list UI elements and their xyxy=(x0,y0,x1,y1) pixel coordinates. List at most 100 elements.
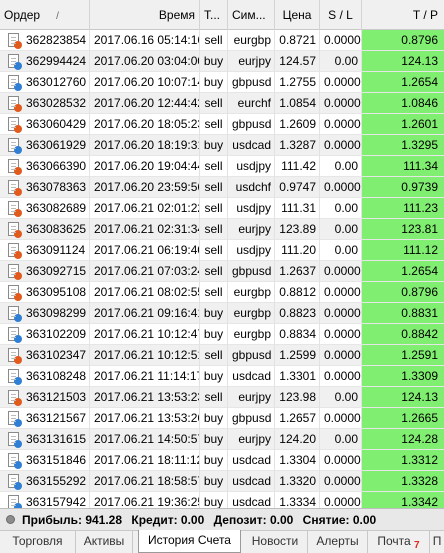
order-time: 2017.06.21 07:03:24 xyxy=(90,261,200,282)
order-number: 363108248 xyxy=(0,366,90,387)
table-row[interactable]: 363012760 2017.06.20 10:07:14 buy gbpusd 1.2… xyxy=(0,72,444,93)
table-row[interactable]: 363095108 2017.06.21 08:02:55 sell eurgbp 0.… xyxy=(0,282,444,303)
table-row[interactable]: 363121503 2017.06.21 13:53:23 sell eurjpy 12… xyxy=(0,387,444,408)
order-stop-loss: 0.00 xyxy=(320,429,362,450)
column-header-order-label: Ордер xyxy=(4,8,41,22)
order-price: 0.8823 xyxy=(275,303,320,324)
order-number: 363092715 xyxy=(0,261,90,282)
table-row[interactable]: 363098299 2017.06.21 09:16:41 buy eurgbp 0.8… xyxy=(0,303,444,324)
order-take-profit: 111.12 xyxy=(362,240,444,261)
column-header-symbol[interactable]: Сим... xyxy=(228,0,275,30)
order-type: sell xyxy=(200,240,228,261)
order-symbol: usdjpy xyxy=(228,240,275,261)
order-number: 363028532 xyxy=(0,93,90,114)
order-symbol: usdcad xyxy=(228,450,275,471)
order-time: 2017.06.21 06:19:40 xyxy=(90,240,200,261)
column-header-tp[interactable]: T / P xyxy=(362,0,444,30)
order-number: 363012760 xyxy=(0,72,90,93)
table-row[interactable]: 363151846 2017.06.21 18:11:12 buy usdcad 1.3… xyxy=(0,450,444,471)
order-take-profit: 1.0846 xyxy=(362,93,444,114)
table-row[interactable]: 363066390 2017.06.20 19:04:44 sell usdjpy 11… xyxy=(0,156,444,177)
table-row[interactable]: 363083625 2017.06.21 02:31:34 sell eurjpy 12… xyxy=(0,219,444,240)
tab-mailbox[interactable]: Почта 7 xyxy=(368,531,430,553)
order-time: 2017.06.20 18:05:23 xyxy=(90,114,200,135)
order-type: sell xyxy=(200,30,228,51)
order-number: 363102347 xyxy=(0,345,90,366)
order-take-profit: 1.3295 xyxy=(362,135,444,156)
column-header-time[interactable]: Время xyxy=(90,0,200,30)
order-time: 2017.06.21 14:50:57 xyxy=(90,429,200,450)
order-price: 1.3287 xyxy=(275,135,320,156)
order-symbol: eurgbp xyxy=(228,282,275,303)
table-row[interactable]: 362823854 2017.06.16 05:14:16 sell eurgbp 0.… xyxy=(0,30,444,51)
order-price: 111.31 xyxy=(275,198,320,219)
order-take-profit: 0.9739 xyxy=(362,177,444,198)
order-price: 123.89 xyxy=(275,219,320,240)
order-take-profit: 1.3312 xyxy=(362,450,444,471)
table-row[interactable]: 363131615 2017.06.21 14:50:57 buy eurjpy 124… xyxy=(0,429,444,450)
order-stop-loss: 0.0000 xyxy=(320,135,362,156)
table-row[interactable]: 362994424 2017.06.20 03:04:00 buy eurjpy 124… xyxy=(0,51,444,72)
order-type: sell xyxy=(200,345,228,366)
order-symbol: eurgbp xyxy=(228,30,275,51)
table-row[interactable]: 363102347 2017.06.21 10:12:51 sell gbpusd 1.… xyxy=(0,345,444,366)
order-number: 362823854 xyxy=(0,30,90,51)
column-header-price[interactable]: Цена xyxy=(275,0,320,30)
order-symbol: usdcad xyxy=(228,471,275,492)
tab-more[interactable]: П xyxy=(430,531,444,553)
order-time: 2017.06.16 05:14:16 xyxy=(90,30,200,51)
order-take-profit: 0.8831 xyxy=(362,303,444,324)
table-row[interactable]: 363061929 2017.06.20 18:19:31 buy usdcad 1.3… xyxy=(0,135,444,156)
order-number: 363155292 xyxy=(0,471,90,492)
order-stop-loss: 0.0000 xyxy=(320,303,362,324)
order-time: 2017.06.20 18:19:31 xyxy=(90,135,200,156)
tab-account-history[interactable]: История Счета xyxy=(138,530,241,553)
tab-news[interactable]: Новости xyxy=(243,531,308,553)
order-price: 1.2657 xyxy=(275,408,320,429)
table-row[interactable]: 363078363 2017.06.20 23:59:56 sell usdchf 0.… xyxy=(0,177,444,198)
order-time: 2017.06.21 10:12:47 xyxy=(90,324,200,345)
order-type: buy xyxy=(200,51,228,72)
table-row[interactable]: 363092715 2017.06.21 07:03:24 sell gbpusd 1.… xyxy=(0,261,444,282)
order-price: 124.20 xyxy=(275,429,320,450)
order-number: 363091124 xyxy=(0,240,90,261)
table-row[interactable]: 363060429 2017.06.20 18:05:23 sell gbpusd 1.… xyxy=(0,114,444,135)
table-row[interactable]: 363108248 2017.06.21 11:14:17 buy usdcad 1.3… xyxy=(0,366,444,387)
table-row[interactable]: 363155292 2017.06.21 18:58:57 buy usdcad 1.3… xyxy=(0,471,444,492)
table-row[interactable]: 363082689 2017.06.21 02:01:22 sell usdjpy 11… xyxy=(0,198,444,219)
column-header-order[interactable]: Ордер / xyxy=(0,0,90,30)
order-number: 363131615 xyxy=(0,429,90,450)
table-row[interactable]: 363091124 2017.06.21 06:19:40 sell usdjpy 11… xyxy=(0,240,444,261)
order-time: 2017.06.21 18:11:12 xyxy=(90,450,200,471)
column-header-sl[interactable]: S / L xyxy=(320,0,362,30)
order-type: buy xyxy=(200,324,228,345)
order-price: 123.98 xyxy=(275,387,320,408)
tab-assets[interactable]: Активы xyxy=(76,531,133,553)
table-row[interactable]: 363028532 2017.06.20 12:44:42 sell eurchf 1.… xyxy=(0,93,444,114)
order-price: 1.3304 xyxy=(275,450,320,471)
order-take-profit: 1.2665 xyxy=(362,408,444,429)
summary-circle-icon xyxy=(6,515,15,524)
column-header-type[interactable]: Т... xyxy=(200,0,228,30)
order-stop-loss: 0.00 xyxy=(320,219,362,240)
order-type: sell xyxy=(200,93,228,114)
order-type: sell xyxy=(200,387,228,408)
order-stop-loss: 0.00 xyxy=(320,240,362,261)
order-time: 2017.06.21 11:14:17 xyxy=(90,366,200,387)
order-stop-loss: 0.0000 xyxy=(320,324,362,345)
tab-trade[interactable]: Торговля xyxy=(0,531,76,553)
table-row[interactable]: 363102209 2017.06.21 10:12:47 buy eurgbp 0.8… xyxy=(0,324,444,345)
order-stop-loss: 0.0000 xyxy=(320,261,362,282)
order-take-profit: 0.8796 xyxy=(362,30,444,51)
order-take-profit: 1.2654 xyxy=(362,261,444,282)
order-type: buy xyxy=(200,408,228,429)
table-row[interactable]: 363121567 2017.06.21 13:53:26 buy gbpusd 1.2… xyxy=(0,408,444,429)
order-price: 0.8834 xyxy=(275,324,320,345)
order-time: 2017.06.21 08:02:55 xyxy=(90,282,200,303)
order-stop-loss: 0.00 xyxy=(320,387,362,408)
tab-alerts[interactable]: Алерты xyxy=(308,531,368,553)
order-price: 0.8721 xyxy=(275,30,320,51)
order-time: 2017.06.21 13:53:26 xyxy=(90,408,200,429)
order-time: 2017.06.20 03:04:00 xyxy=(90,51,200,72)
order-symbol: gbpusd xyxy=(228,408,275,429)
